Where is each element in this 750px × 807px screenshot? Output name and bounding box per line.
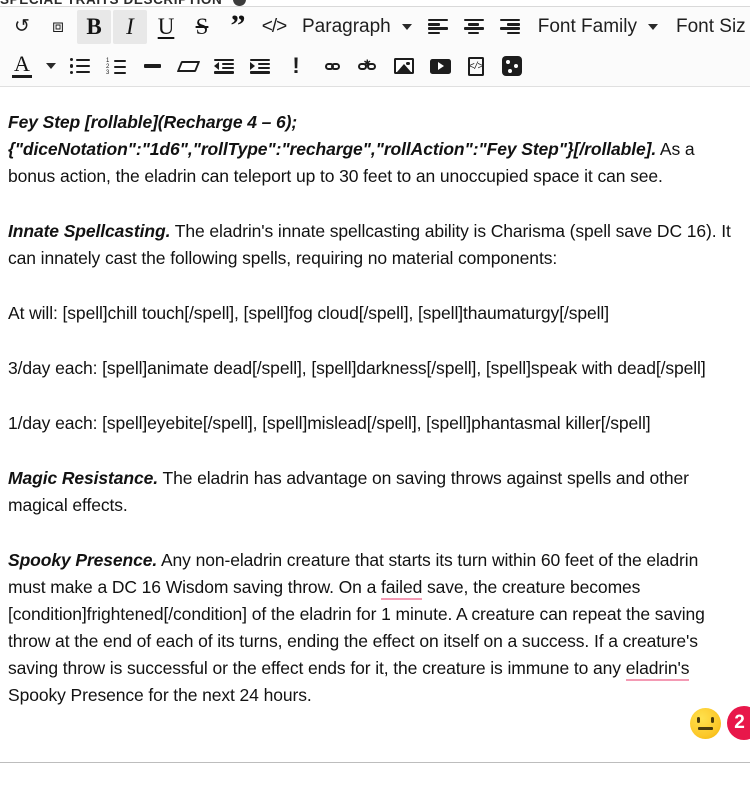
insert-image-button[interactable] <box>387 49 421 83</box>
italic-icon: I <box>126 14 134 39</box>
feedback-emoji-button[interactable] <box>690 708 721 739</box>
paragraph-one-per-day-spells[interactable]: 1/day each: [spell]eyebite[/spell], [spe… <box>8 410 736 437</box>
spellcheck-misspelled-failed[interactable]: failed <box>380 577 422 600</box>
code-icon: </> <box>261 15 288 37</box>
font-family-select[interactable]: Font Family <box>530 10 664 44</box>
paragraph-spooky-presence[interactable]: Spooky Presence. Any non-eladrin creatur… <box>8 547 736 709</box>
trait-name-innate-spellcasting: Innate Spellcasting. <box>8 221 171 241</box>
rich-text-editor: ↺ ⧈ B I U S ” </> Paragraph Font Family … <box>0 6 750 763</box>
numbered-list-button[interactable]: 1 2 3 <box>99 49 133 83</box>
trait-name-fey-step: Fey Step [rollable](Recharge 4 – 6); {"d… <box>8 112 657 159</box>
image-icon <box>394 58 414 74</box>
editor-content-area[interactable]: Fey Step [rollable](Recharge 4 – 6); {"d… <box>0 87 750 753</box>
quote-icon: ” <box>230 9 246 43</box>
strikethrough-icon: S <box>195 14 209 39</box>
video-icon <box>429 58 451 74</box>
at-will-spells-text: At will: [spell]chill touch[/spell], [sp… <box>8 303 609 323</box>
align-left-button[interactable] <box>421 10 455 44</box>
paragraph-innate-spellcasting[interactable]: Innate Spellcasting. The eladrin's innat… <box>8 218 736 272</box>
underline-button[interactable]: U <box>149 10 183 44</box>
editor-toolbar: ↺ ⧈ B I U S ” </> Paragraph Font Family … <box>0 7 750 87</box>
align-right-button[interactable] <box>493 10 527 44</box>
strikethrough-button[interactable]: S <box>185 10 219 44</box>
blockquote-button[interactable]: ” <box>221 10 255 44</box>
horizontal-rule-button[interactable] <box>135 49 169 83</box>
paragraph-three-per-day-spells[interactable]: 3/day each: [spell]animate dead[/spell],… <box>8 355 736 382</box>
trait-name-spooky-presence: Spooky Presence. <box>8 550 158 570</box>
page-background-below-editor <box>0 764 750 807</box>
trait-name-magic-resistance: Magic Resistance. <box>8 468 159 488</box>
bold-icon: B <box>86 14 102 39</box>
link-icon <box>324 62 340 70</box>
neutral-face-emoji <box>697 717 714 723</box>
eraser-icon <box>176 60 200 72</box>
bold-button[interactable]: B <box>77 9 111 44</box>
numbered-list-icon: 1 2 3 <box>106 58 126 76</box>
align-center-button[interactable] <box>457 10 491 44</box>
paragraph-magic-resistance[interactable]: Magic Resistance. The eladrin has advant… <box>8 465 736 519</box>
chevron-down-icon <box>46 63 56 69</box>
horizontal-rule-icon <box>143 64 161 68</box>
chevron-down-icon <box>401 23 412 30</box>
paste-button[interactable]: ⧈ <box>41 10 75 44</box>
font-sizes-value: Font Sizes <box>675 15 746 37</box>
insert-dice-roll-button[interactable] <box>495 49 529 83</box>
paragraph-format-value: Paragraph <box>302 15 391 37</box>
dice-icon <box>502 56 522 76</box>
paste-icon: ⧈ <box>51 16 65 37</box>
paragraph-format-select[interactable]: Paragraph <box>294 10 418 44</box>
remove-link-button[interactable]: ✱ <box>351 49 385 83</box>
code-button[interactable]: </> <box>257 10 291 44</box>
font-family-value: Font Family <box>537 15 637 37</box>
paragraph-at-will-spells[interactable]: At will: [spell]chill touch[/spell], [sp… <box>8 300 736 327</box>
three-per-day-spells-text: 3/day each: [spell]animate dead[/spell],… <box>8 358 706 378</box>
chevron-down-icon <box>647 23 658 30</box>
font-sizes-select[interactable]: Font Sizes <box>668 10 746 44</box>
bullet-list-button[interactable] <box>63 49 97 83</box>
spooky-text-segment-3: Spooky Presence for the next 24 hours. <box>8 685 312 705</box>
one-per-day-spells-text: 1/day each: [spell]eyebite[/spell], [spe… <box>8 413 651 433</box>
indent-icon <box>250 58 270 74</box>
embed-file-icon: </> <box>468 56 484 76</box>
text-color-button[interactable]: A <box>5 49 39 83</box>
unlink-icon: ✱ <box>357 58 376 70</box>
toolbar-row-2: A 1 2 3 ! ✱ </> <box>4 46 746 86</box>
align-right-icon <box>499 19 520 34</box>
notification-badge-button[interactable]: 2 <box>727 706 750 740</box>
editor-screen: SPECIAL TRAITS DESCRIPTION ↺ ⧈ B I <box>0 0 750 807</box>
notification-count: 2 <box>734 712 745 733</box>
spellcheck-misspelled-eladrins[interactable]: eladrin's <box>625 658 690 681</box>
undo-button[interactable]: ↺ <box>5 10 39 44</box>
insert-embed-button[interactable]: </> <box>459 49 493 83</box>
insert-video-button[interactable] <box>423 49 457 83</box>
underline-icon: U <box>157 14 175 39</box>
indent-button[interactable] <box>243 49 277 83</box>
insert-link-button[interactable] <box>315 49 349 83</box>
bullet-list-icon <box>70 58 90 74</box>
special-character-button[interactable]: ! <box>279 49 313 83</box>
toolbar-row-1: ↺ ⧈ B I U S ” </> Paragraph Font Family … <box>4 7 746 46</box>
outdent-icon <box>214 58 234 74</box>
align-left-icon <box>427 19 448 34</box>
paragraph-fey-step[interactable]: Fey Step [rollable](Recharge 4 – 6); {"d… <box>8 109 736 190</box>
text-color-dropdown[interactable] <box>41 49 61 83</box>
undo-icon: ↺ <box>14 16 30 37</box>
align-center-icon <box>463 19 484 34</box>
exclamation-icon: ! <box>292 53 300 78</box>
outdent-button[interactable] <box>207 49 241 83</box>
italic-button[interactable]: I <box>113 9 147 44</box>
text-color-icon: A <box>12 52 32 79</box>
clear-format-button[interactable] <box>171 49 205 83</box>
